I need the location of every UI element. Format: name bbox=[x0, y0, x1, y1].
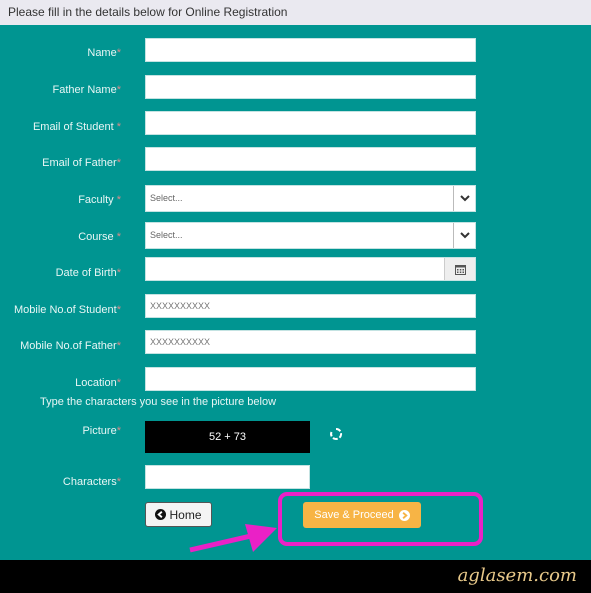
mobile-father-input[interactable] bbox=[145, 330, 476, 354]
picture-label: Picture* bbox=[82, 425, 121, 437]
calendar-icon[interactable] bbox=[444, 258, 475, 280]
email-father-label: Email of Father* bbox=[42, 157, 121, 169]
mobile-student-input[interactable] bbox=[145, 294, 476, 318]
location-label: Location* bbox=[75, 377, 121, 389]
faculty-selected: Select... bbox=[150, 193, 183, 203]
header-title: Please fill in the details below for Onl… bbox=[8, 5, 288, 19]
characters-input[interactable] bbox=[145, 465, 310, 489]
faculty-label: Faculty * bbox=[78, 194, 121, 206]
page-header: Please fill in the details below for Onl… bbox=[0, 0, 591, 25]
chevron-down-icon[interactable] bbox=[453, 223, 475, 248]
course-select[interactable]: Select... bbox=[145, 222, 476, 249]
location-input[interactable] bbox=[145, 367, 476, 391]
watermark-logo: aglasem.com bbox=[457, 565, 577, 586]
chevron-down-icon[interactable] bbox=[453, 186, 475, 211]
father-name-input[interactable] bbox=[145, 75, 476, 99]
mobile-father-label: Mobile No.of Father* bbox=[20, 340, 121, 352]
name-input[interactable] bbox=[145, 38, 476, 62]
arrow-circle-left-icon bbox=[155, 509, 167, 520]
email-student-label: Email of Student * bbox=[32, 121, 121, 133]
captcha-text: 52 + 73 bbox=[208, 431, 246, 443]
annotation-arrow-icon bbox=[189, 524, 277, 553]
mobile-student-label: Mobile No.of Student* bbox=[13, 304, 121, 316]
refresh-icon[interactable] bbox=[329, 427, 343, 441]
email-student-input[interactable] bbox=[145, 111, 476, 135]
name-label: Name* bbox=[87, 47, 121, 59]
course-selected: Select... bbox=[150, 230, 183, 240]
faculty-select[interactable]: Select... bbox=[145, 185, 476, 212]
footer-bar: aglasem.com bbox=[0, 560, 591, 593]
annotation-highlight-box bbox=[278, 492, 483, 546]
email-father-input[interactable] bbox=[145, 147, 476, 171]
captcha-instruction: Type the characters you see in the pictu… bbox=[40, 396, 277, 408]
dob-input[interactable] bbox=[145, 257, 476, 281]
captcha-image: 52 + 73 bbox=[145, 421, 310, 453]
father-name-label: Father Name* bbox=[52, 84, 121, 96]
dob-label: Date of Birth* bbox=[55, 267, 121, 279]
course-label: Course * bbox=[78, 231, 121, 243]
characters-label: Characters* bbox=[62, 476, 121, 488]
